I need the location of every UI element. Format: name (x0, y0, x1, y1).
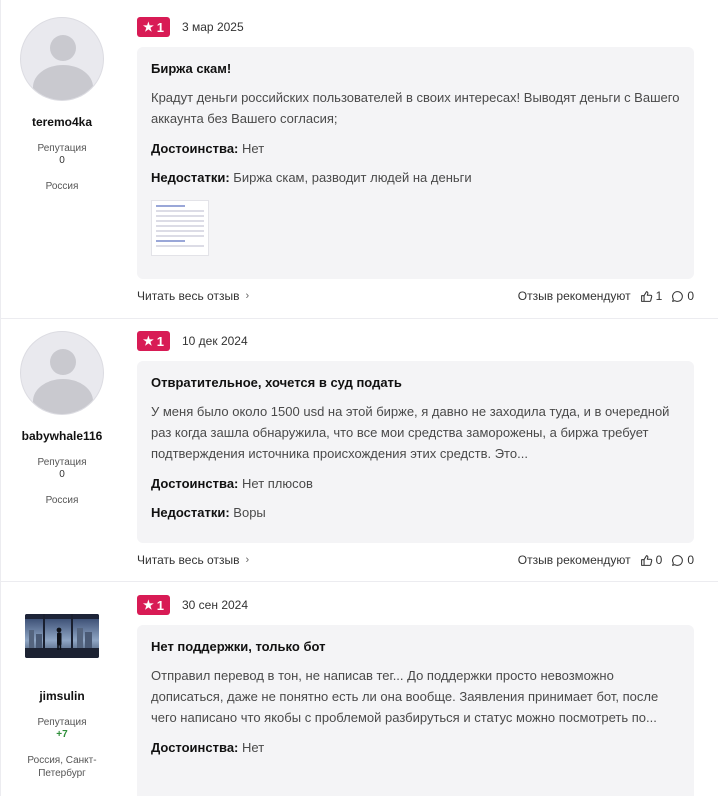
pros-label: Достоинства: (151, 476, 239, 491)
chevron-right-icon: › (245, 290, 250, 302)
review-text: Отправил перевод в тон, не написав тег..… (151, 668, 659, 725)
like-count: 1 (655, 289, 663, 303)
star-icon: ★ (143, 598, 154, 612)
review-divider (1, 581, 718, 582)
recommend-label: Отзыв рекомендуют (517, 289, 631, 303)
like-button[interactable]: 1 (640, 289, 663, 303)
review-author: babywhale116 Репутация 0 Россия (11, 331, 113, 507)
read-more-label: Читать весь отзыв (137, 553, 240, 567)
rating-badge: ★ 1 (137, 595, 170, 615)
review-title[interactable]: Нет поддержки, только бот (151, 639, 680, 655)
default-avatar[interactable] (20, 17, 104, 101)
author-location: Россия (45, 495, 79, 506)
comment-button[interactable]: 0 (671, 553, 694, 567)
pros-label: Достоинства: (151, 141, 239, 156)
author-name[interactable]: babywhale116 (11, 429, 113, 443)
rating-badge: ★ 1 (137, 331, 170, 351)
reputation-value: 0 (59, 469, 65, 480)
like-count: 0 (655, 553, 663, 567)
pros-text: Нет (242, 740, 265, 755)
author-name[interactable]: teremo4ka (11, 115, 113, 129)
read-more-label: Читать весь отзыв (137, 289, 240, 303)
review-date: 30 сен 2024 (182, 598, 249, 612)
review-divider (1, 318, 718, 319)
skyline-photo (25, 614, 99, 658)
cons-text: Воры (233, 505, 266, 520)
review-card[interactable]: Нет поддержки, только бот Отправил перев… (137, 625, 694, 796)
user-photo-avatar[interactable] (25, 614, 99, 658)
review-cons: Недостатки: Воры (151, 504, 680, 522)
review-title[interactable]: Биржа скам! (151, 61, 680, 77)
reputation-value: +7 (56, 729, 68, 740)
review-date: 3 мар 2025 (182, 20, 244, 34)
review-title[interactable]: Отвратительное, хочется в суд подать (151, 375, 680, 391)
review-pros: Достоинства: Нет (151, 739, 680, 757)
review-pros: Достоинства: Нет плюсов (151, 475, 680, 493)
review-card[interactable]: Отвратительное, хочется в суд подать У м… (137, 361, 694, 543)
comment-button[interactable]: 0 (671, 289, 694, 303)
rating-value: 1 (156, 333, 164, 349)
read-more-link[interactable]: Читать весь отзыв › (137, 289, 249, 303)
review-meta: ★ 1 3 мар 2025 (137, 17, 244, 37)
rating-badge: ★ 1 (137, 17, 170, 37)
review-cons: Недостатки: Биржа скам, разводит людей н… (151, 169, 680, 187)
reputation-label: Репутация (37, 457, 87, 468)
comment-bubble-icon (672, 290, 684, 302)
rating-value: 1 (156, 19, 164, 35)
chevron-right-icon: › (245, 554, 250, 566)
attachment-thumbnail[interactable] (151, 200, 209, 256)
reputation-value: 0 (59, 155, 65, 166)
review-text: Крадут деньги российских пользователей в… (151, 90, 680, 126)
review-pros: Достоинства: Нет (151, 140, 680, 158)
author-location: Россия (45, 181, 79, 192)
cons-label: Недостатки: (151, 170, 230, 185)
review-meta: ★ 1 30 сен 2024 (137, 595, 248, 615)
recommend-label: Отзыв рекомендуют (517, 553, 631, 567)
author-name[interactable]: jimsulin (11, 689, 113, 703)
star-icon: ★ (143, 20, 154, 34)
pros-text: Нет (242, 141, 265, 156)
review-meta: ★ 1 10 дек 2024 (137, 331, 248, 351)
review-author: teremo4ka Репутация 0 Россия (11, 17, 113, 193)
review-footer: Читать весь отзыв › Отзыв рекомендуют 1 … (137, 288, 694, 304)
review-footer: Читать весь отзыв › Отзыв рекомендуют 0 … (137, 552, 694, 568)
review-date: 10 дек 2024 (182, 334, 248, 348)
like-button[interactable]: 0 (640, 553, 663, 567)
reputation-label: Репутация (37, 143, 87, 154)
pros-text: Нет плюсов (242, 476, 313, 491)
cons-text: Биржа скам, разводит людей на деньги (233, 170, 472, 185)
thumbs-up-icon (640, 290, 652, 302)
comment-bubble-icon (672, 554, 684, 566)
comment-count: 0 (687, 553, 694, 567)
default-avatar[interactable] (20, 331, 104, 415)
author-location: Россия, Санкт-Петербург (27, 755, 97, 779)
comment-count: 0 (687, 289, 694, 303)
review-author: jimsulin Репутация +7 Россия, Санкт-Пете… (11, 614, 113, 780)
review-card[interactable]: Биржа скам! Крадут деньги российских пол… (137, 47, 694, 279)
read-more-link[interactable]: Читать весь отзыв › (137, 553, 249, 567)
review-text: У меня было около 1500 usd на этой бирже… (151, 404, 670, 461)
cons-label: Недостатки: (151, 505, 230, 520)
pros-label: Достоинства: (151, 740, 239, 755)
thumbs-up-icon (640, 554, 652, 566)
reviews-list: teremo4ka Репутация 0 Россия ★ 1 3 мар 2… (0, 0, 718, 796)
rating-value: 1 (156, 597, 164, 613)
star-icon: ★ (143, 334, 154, 348)
reputation-label: Репутация (37, 717, 87, 728)
